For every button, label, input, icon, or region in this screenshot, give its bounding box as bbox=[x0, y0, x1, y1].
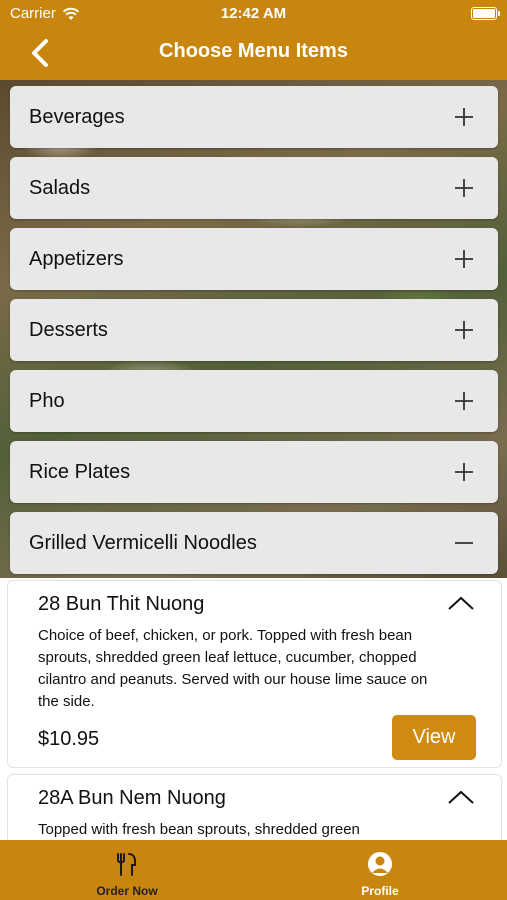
category-label: Salads bbox=[29, 177, 91, 199]
category-label: Pho bbox=[29, 390, 65, 412]
plus-icon bbox=[455, 392, 473, 410]
person-icon bbox=[368, 852, 392, 876]
item-name: 28 Bun Thit Nuong bbox=[38, 593, 205, 615]
chevron-up-icon[interactable] bbox=[447, 789, 475, 805]
plus-icon bbox=[455, 321, 473, 339]
battery-icon bbox=[471, 7, 500, 20]
tab-order-now[interactable]: Order Now bbox=[57, 840, 197, 900]
category-label: Grilled Vermicelli Noodles bbox=[29, 532, 257, 554]
category-label: Desserts bbox=[29, 319, 108, 341]
plus-icon bbox=[455, 179, 473, 197]
page-title: Choose Menu Items bbox=[159, 40, 348, 62]
plus-icon bbox=[455, 108, 473, 126]
tab-bar: Order Now Profile bbox=[0, 840, 507, 900]
category-appetizers[interactable]: Appetizers bbox=[10, 228, 498, 290]
category-label: Beverages bbox=[29, 106, 125, 128]
status-bar: Carrier 12:42 AM bbox=[0, 0, 507, 28]
tab-label: Profile bbox=[361, 884, 399, 898]
item-name: 28A Bun Nem Nuong bbox=[38, 787, 226, 809]
category-desserts[interactable]: Desserts bbox=[10, 299, 498, 361]
tab-label: Order Now bbox=[96, 884, 158, 898]
item-description: Topped with fresh bean sprouts, shredded… bbox=[38, 821, 360, 838]
category-label: Appetizers bbox=[29, 248, 124, 270]
plus-icon bbox=[455, 463, 473, 481]
category-salads[interactable]: Salads bbox=[10, 157, 498, 219]
tab-profile[interactable]: Profile bbox=[310, 840, 450, 900]
plus-icon bbox=[455, 250, 473, 268]
category-pho[interactable]: Pho bbox=[10, 370, 498, 432]
menu-item-card: 28 Bun Thit Nuong Choice of beef, chicke… bbox=[7, 580, 502, 768]
item-description: Choice of beef, chicken, or pork. Topped… bbox=[38, 627, 428, 710]
nav-header: Carrier 12:42 AM Choose Menu Items bbox=[0, 0, 507, 80]
minus-icon bbox=[455, 542, 473, 544]
category-label: Rice Plates bbox=[29, 461, 131, 483]
category-grilled-vermicelli-noodles[interactable]: Grilled Vermicelli Noodles bbox=[10, 512, 498, 574]
chevron-up-icon[interactable] bbox=[447, 595, 475, 611]
status-time: 12:42 AM bbox=[220, 5, 287, 22]
category-beverages[interactable]: Beverages bbox=[10, 86, 498, 148]
item-price: $10.95 bbox=[38, 728, 100, 750]
view-button[interactable]: View bbox=[392, 715, 476, 760]
category-rice-plates[interactable]: Rice Plates bbox=[10, 441, 498, 503]
utensils-icon bbox=[117, 853, 137, 876]
